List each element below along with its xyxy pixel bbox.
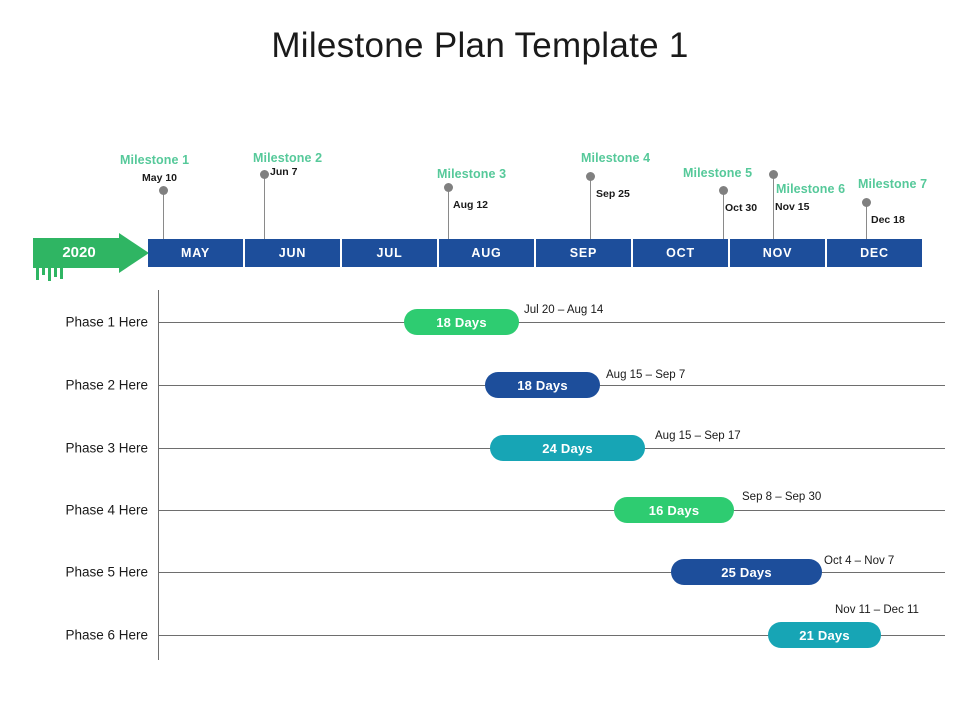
phase-label: Phase 2 Here xyxy=(65,377,148,393)
gantt-date-range: Aug 15 – Sep 17 xyxy=(655,430,741,442)
gantt-date-range: Sep 8 – Sep 30 xyxy=(742,491,822,503)
gantt-bar[interactable]: 21 Days xyxy=(768,622,881,648)
gantt-gridline xyxy=(158,572,945,573)
gantt-bar[interactable]: 16 Days xyxy=(614,497,734,523)
gantt-gridline xyxy=(158,510,945,511)
year-arrow-label: 2020 xyxy=(62,244,96,261)
phase-label: Phase 1 Here xyxy=(65,314,148,330)
gantt-bar[interactable]: 18 Days xyxy=(485,372,600,398)
gantt-date-range: Aug 15 – Sep 7 xyxy=(606,369,686,381)
gantt-bar[interactable]: 18 Days xyxy=(404,309,519,335)
gantt-chart: Phase 1 Here Jul 20 – Aug 14 18 Days Phase … xyxy=(0,0,960,720)
gantt-date-range: Jul 20 – Aug 14 xyxy=(524,304,604,316)
gantt-bar[interactable]: 25 Days xyxy=(671,559,822,585)
gantt-vertical-axis xyxy=(158,290,159,660)
phase-label: Phase 5 Here xyxy=(65,564,148,580)
phase-label: Phase 3 Here xyxy=(65,440,148,456)
gantt-date-range: Nov 11 – Dec 11 xyxy=(835,604,919,616)
slide-canvas: Milestone Plan Template 1 Milestone 1 May… xyxy=(0,0,960,720)
gantt-gridline xyxy=(158,322,945,323)
phase-label: Phase 6 Here xyxy=(65,627,148,643)
phase-label: Phase 4 Here xyxy=(65,502,148,518)
gantt-date-range: Oct 4 – Nov 7 xyxy=(824,555,895,567)
gantt-bar[interactable]: 24 Days xyxy=(490,435,645,461)
